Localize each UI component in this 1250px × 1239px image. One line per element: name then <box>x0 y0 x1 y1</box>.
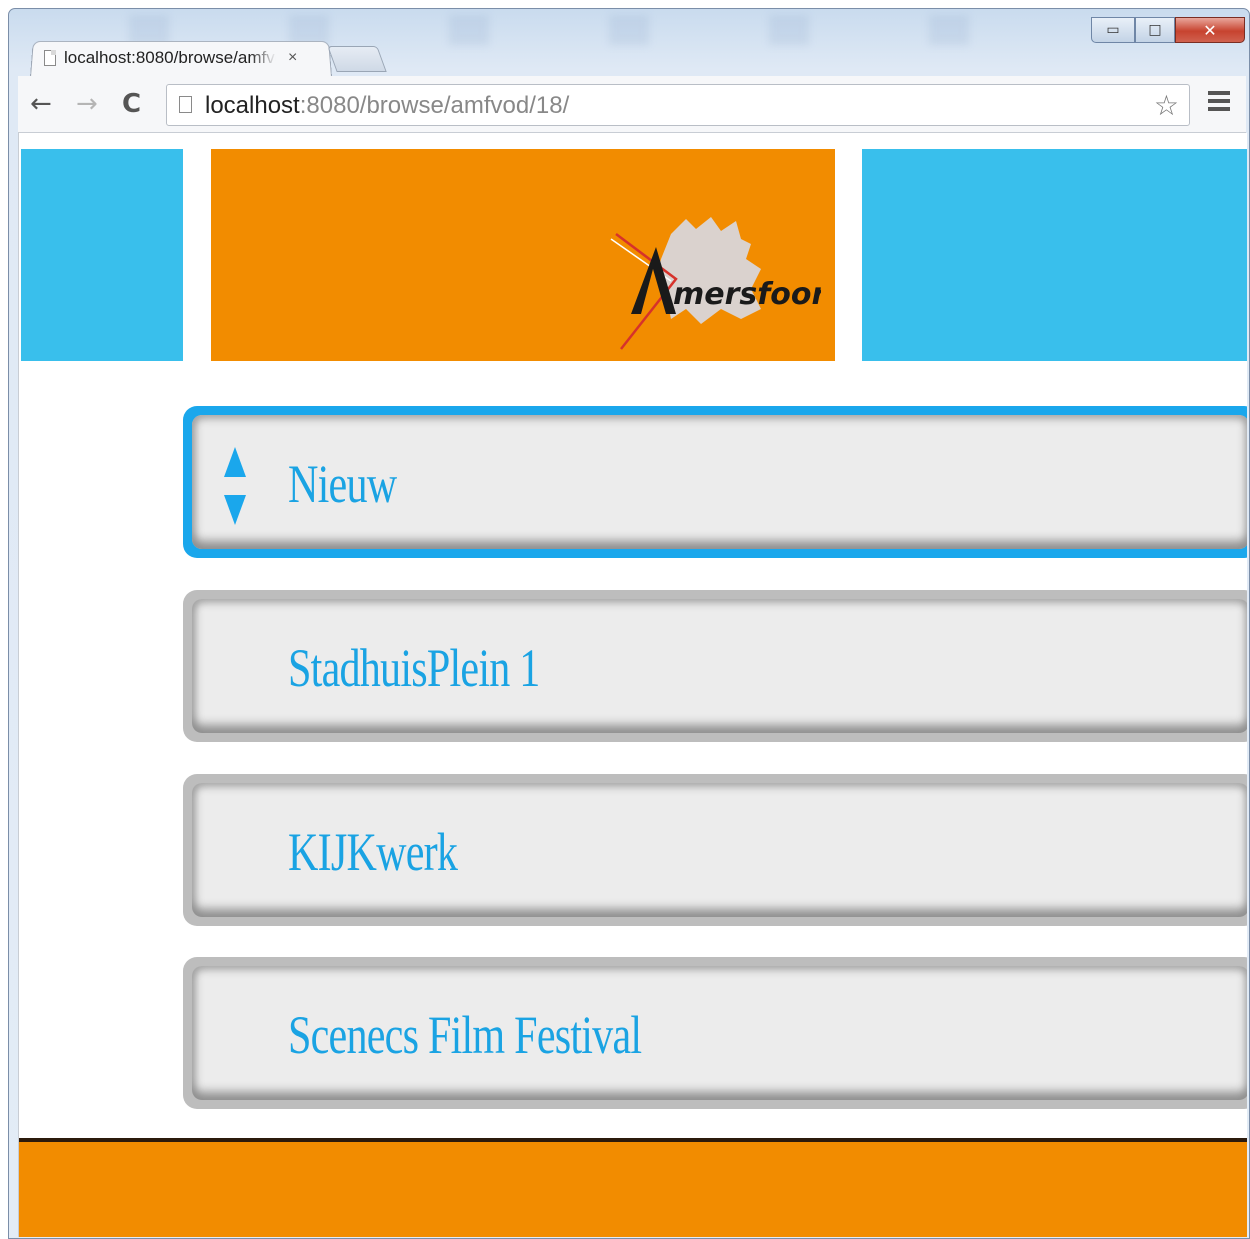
menu-item-label: KIJKwerk <box>288 822 458 882</box>
window-controls: ▭ □ ✕ <box>1091 17 1245 43</box>
amersfoort-logo: mersfoort <box>610 217 821 350</box>
tab-title: localhost:8080/browse/amfvod/18/ <box>64 48 276 67</box>
maximize-button[interactable]: □ <box>1135 17 1175 43</box>
minimize-button[interactable]: ▭ <box>1091 17 1135 43</box>
arrow-down-icon <box>224 495 246 525</box>
header-blue-right <box>862 149 1247 361</box>
logo-text: mersfoort <box>673 277 821 312</box>
menu-item-nieuw[interactable]: Nieuw <box>183 406 1247 558</box>
back-icon[interactable]: ← <box>30 84 52 124</box>
menu-item-label: Nieuw <box>288 454 397 514</box>
page-icon <box>179 96 192 113</box>
menu-item-stadhuisplein[interactable]: StadhuisPlein 1 <box>183 590 1247 742</box>
header-blue-left <box>21 149 183 361</box>
menu-item-panel: KIJKwerk <box>192 783 1247 917</box>
menu-item-scenecs[interactable]: Scenecs Film Festival <box>183 957 1247 1109</box>
new-tab-button[interactable] <box>327 46 387 72</box>
browser-tab-content: localhost:8080/browse/amfvod/18/ × <box>44 42 324 74</box>
url-path: :8080/browse/amfvod/18/ <box>299 92 570 119</box>
close-window-button[interactable]: ✕ <box>1175 17 1245 43</box>
tab-close-icon[interactable]: × <box>288 49 297 67</box>
menu-item-panel: StadhuisPlein 1 <box>192 599 1247 733</box>
url-host: localhost <box>205 92 300 119</box>
footer-bar <box>19 1142 1247 1237</box>
menu-item-panel: Nieuw <box>192 415 1247 549</box>
page-icon <box>44 50 56 66</box>
menu-item-kijkwerk[interactable]: KIJKwerk <box>183 774 1247 926</box>
arrow-up-icon <box>224 447 246 477</box>
reload-icon[interactable]: C <box>122 84 141 124</box>
menu-icon[interactable] <box>1208 91 1230 115</box>
star-icon[interactable]: ☆ <box>1154 89 1179 122</box>
browser-toolbar: ← → C localhost:8080/browse/amfvod/18/ ☆ <box>18 76 1246 133</box>
header-banner: mersfoort <box>211 149 835 361</box>
scroll-arrows <box>220 439 250 529</box>
menu-item-panel: Scenecs Film Festival <box>192 966 1247 1100</box>
address-bar[interactable]: localhost:8080/browse/amfvod/18/ ☆ <box>166 84 1190 126</box>
page-viewport: mersfoort Nieuw StadhuisPlein 1 KIJKwerk… <box>18 133 1247 1237</box>
menu-item-label: StadhuisPlein 1 <box>288 638 540 698</box>
forward-icon[interactable]: → <box>76 84 98 124</box>
menu-item-label: Scenecs Film Festival <box>288 1005 642 1065</box>
url-text[interactable]: localhost:8080/browse/amfvod/18/ <box>205 92 569 120</box>
